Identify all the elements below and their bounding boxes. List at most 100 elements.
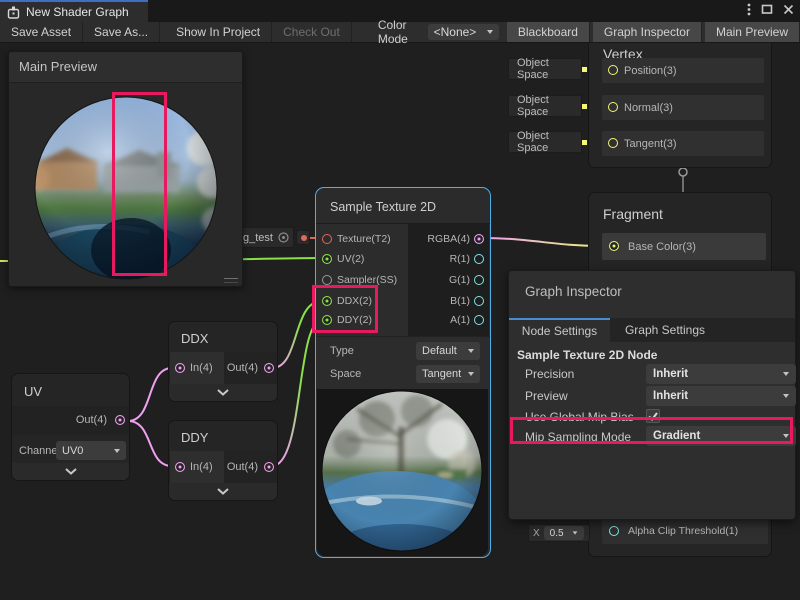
sample-texture-node[interactable]: Sample Texture 2D Texture(T2) UV(2) Samp… [315,187,491,558]
badge-label: Object Space [517,130,581,154]
save-as-button[interactable]: Save As... [83,22,160,42]
uv-collapse-button[interactable] [12,463,129,480]
graph-inspector-panel[interactable]: Graph Inspector Node Settings Graph Sett… [508,270,796,520]
port-label: In(4) [190,362,213,374]
port-label: Position(3) [624,65,677,77]
port-label: UV(2) [337,253,364,265]
inspector-title: Graph Inspector [525,284,622,299]
ddy-collapse-button[interactable] [169,483,277,500]
dropdown-arrow-icon [572,531,577,534]
object-space-badge[interactable]: Object Space [508,95,582,117]
channel-label: Channe [19,445,58,457]
position-port[interactable] [608,65,618,75]
b-out-port[interactable] [474,296,484,306]
dropdown-arrow-icon [114,449,120,453]
alpha-clip-port[interactable] [609,526,619,536]
port-label: B(1) [450,295,470,307]
inspector-tabstrip: Node Settings Graph Settings [509,318,795,342]
port-label: In(4) [190,461,213,473]
badge-port [582,140,587,145]
ddy-out-port[interactable] [264,462,274,472]
port-label: Normal(3) [624,102,673,114]
tab-title: New Shader Graph [26,5,129,19]
object-space-badge[interactable]: Object Space [508,58,582,80]
r-out-port[interactable] [474,254,484,264]
port-label: R(1) [450,253,470,265]
preview-resize-handle[interactable] [224,278,238,283]
node-preview-area [317,389,488,556]
rgba-out-port[interactable] [474,234,484,244]
ddx-collapse-button[interactable] [169,384,277,401]
g-out-port[interactable] [474,275,484,285]
precision-dropdown[interactable]: Inherit [646,364,796,384]
highlight-preview-rect [112,92,167,276]
sampler-port[interactable] [322,275,332,285]
space-dropdown[interactable]: Tangent [416,365,480,383]
texture-thumb-icon [278,232,289,243]
port-label: Out(4) [76,414,107,426]
texture-out-port[interactable] [301,235,307,241]
preview-label: Preview [525,389,568,403]
badge-label: Object Space [517,57,581,81]
object-space-badge[interactable]: Object Space [508,131,582,153]
port-label: A(1) [450,314,470,326]
a-out-port[interactable] [474,315,484,325]
ddy-node[interactable]: DDY In(4) Out(4) [168,420,278,501]
alpha-value-field[interactable]: 0.5 [544,526,584,540]
ddx-port-section: In(4) Out(4) [169,352,277,385]
check-out-button[interactable]: Check Out [272,22,352,42]
tab-label: Node Settings [522,324,597,338]
tab-node-settings[interactable]: Node Settings [509,318,610,342]
vertex-port-row: Normal(3) [602,95,764,120]
preview-dropdown[interactable]: Inherit [646,386,796,406]
tangent-port[interactable] [608,138,618,148]
alpha-value-badge[interactable]: X 0.5 [528,524,590,542]
axis-label: X [533,528,540,539]
kebab-menu-icon[interactable] [747,2,751,16]
gtest-port-box [296,230,310,245]
close-icon[interactable] [783,4,794,15]
vertex-node[interactable]: Vertex Position(3) Normal(3) Tangent(3) [588,34,772,168]
uv-in-port[interactable] [322,254,332,264]
controls-section: Type Default Space Tangent [316,336,490,389]
main-preview-header[interactable]: Main Preview [9,52,242,83]
uv-node-title: UV [24,384,42,399]
texture-in-port[interactable] [322,234,332,244]
color-mode-dropdown[interactable]: <None> [428,24,499,40]
channel-value: UV0 [62,445,83,457]
preview-value: Inherit [653,390,688,402]
normal-port[interactable] [608,102,618,112]
type-dropdown[interactable]: Default [416,342,480,360]
uv-node[interactable]: UV Out(4) Channe UV0 [11,373,130,481]
chevron-down-icon [64,468,78,475]
node-preview-sphere [317,389,488,556]
save-asset-button[interactable]: Save Asset [0,22,83,42]
port-label: Tangent(3) [624,138,677,150]
main-preview-toggle[interactable]: Main Preview [705,22,800,42]
base-color-row: Base Color(3) [602,233,766,260]
shader-graph-tab[interactable]: New Shader Graph [0,0,148,22]
show-in-project-button[interactable]: Show In Project [165,22,272,42]
ddy-in-port[interactable] [175,462,185,472]
space-value: Tangent [422,368,461,380]
maximize-icon[interactable] [761,3,773,15]
toolbar: Save Asset Save As... Show In Project Ch… [0,22,800,43]
blackboard-toggle[interactable]: Blackboard [507,22,590,42]
tab-graph-settings[interactable]: Graph Settings [610,318,720,342]
precision-value: Inherit [653,368,688,380]
dropdown-arrow-icon [487,30,493,34]
uv-channel-row: Channe UV0 [12,438,129,464]
uv-port-section: Out(4) [12,406,129,435]
graph-inspector-toggle[interactable]: Graph Inspector [593,22,702,42]
alpha-clip-row: Alpha Clip Threshold(1) [602,518,768,544]
highlight-mip-mode-rect [510,417,793,444]
channel-dropdown[interactable]: UV0 [56,441,126,460]
space-label: Space [330,368,361,380]
type-label: Type [330,345,354,357]
uv-out-port[interactable] [115,415,125,425]
ddx-out-port[interactable] [264,363,274,373]
dropdown-arrow-icon [468,372,474,376]
ddx-in-port[interactable] [175,363,185,373]
ddx-node[interactable]: DDX In(4) Out(4) [168,321,278,402]
base-color-port[interactable] [609,241,619,251]
